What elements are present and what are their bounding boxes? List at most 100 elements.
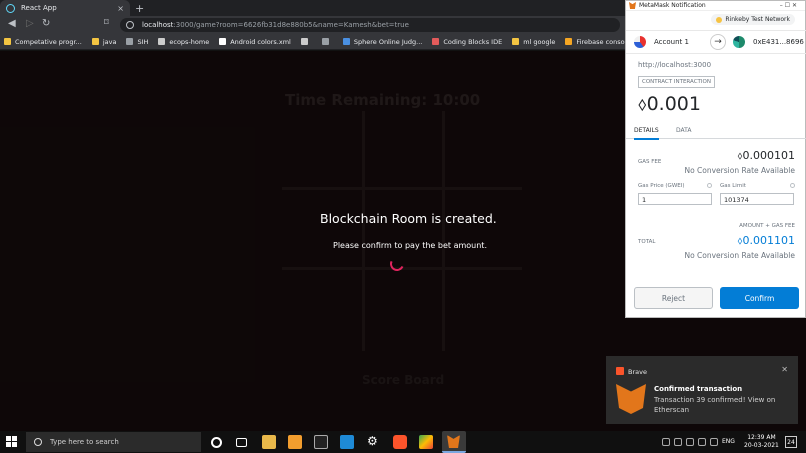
modal-message: Please confirm to pay the bet amount. [333,241,487,250]
amount-gas-fee-label: AMOUNT + GAS FEE [739,223,795,229]
notification-toast[interactable]: Brave ✕ Confirmed transaction Transactio… [606,356,798,424]
tray-icon[interactable] [674,438,682,446]
gas-limit-label: Gas Limit [720,183,746,189]
toast-body: Transaction 39 confirmed! View on Ethers… [654,396,776,414]
total-conversion: No Conversion Rate Available [684,251,795,260]
bookmark-item[interactable]: ecops-home [158,38,209,46]
bookmark-item[interactable] [300,38,312,45]
windows-taskbar: Type here to search ⚙ ENG 12:39 AM 20-03… [0,431,806,453]
forward-icon[interactable]: ▷ [26,18,34,29]
clock-time: 12:39 AM [747,434,776,441]
origin-url: http://localhost:3000 [638,61,712,69]
modal-title: Blockchain Room is created. [320,211,497,226]
settings-gear-icon[interactable]: ⚙ [367,434,381,448]
account-row: Account 1 → 0xE431...8696 [626,30,806,54]
bookmark-label: Competative progr... [15,37,82,46]
contract-interaction-badge: CONTRACT INTERACTION [638,76,715,88]
gas-fee-value: ⬨0.000101 [737,149,795,162]
folder-icon [91,38,99,45]
cb-icon [432,38,440,45]
bookmark-item[interactable]: Sphere Online Judg... [342,37,423,46]
language-indicator[interactable]: ENG [722,438,735,445]
volume-icon[interactable] [698,438,706,446]
bookmark-label: Android colors.xml [230,37,291,46]
reject-button[interactable]: Reject [634,287,713,309]
github-icon [219,38,227,45]
site-icon [300,38,308,45]
bookmark-label: Coding Blocks IDE [443,37,503,46]
bookmark-label: SIH [137,37,149,46]
to-account[interactable]: 0xE431...8696 [733,36,804,48]
sublime-icon[interactable] [288,435,302,449]
bookmark-label: Sphere Online Judg... [353,37,423,46]
metamask-tabs: DETAILS DATA [626,125,806,140]
bookmark-icon[interactable]: ⌑ [104,18,109,28]
tab-details[interactable]: DETAILS [634,127,659,140]
gas-limit-input[interactable]: 101374 [720,193,794,205]
gas-price-input[interactable]: 1 [638,193,712,205]
gas-fee-label: GAS FEE [638,159,662,165]
transaction-amount: ⬨0.001 [638,93,701,115]
back-icon[interactable]: ◀ [8,18,16,29]
from-account[interactable]: Account 1 [634,36,689,48]
help-icon[interactable] [790,183,795,188]
brave-icon[interactable] [393,435,407,449]
bookmark-item[interactable]: Competative progr... [4,38,82,46]
reload-icon[interactable]: ↻ [42,18,50,29]
to-avatar-icon [733,36,745,48]
bookmark-item[interactable]: Android colors.xml [219,38,291,46]
bookmark-item[interactable]: Coding Blocks IDE [432,38,502,46]
tab-title: React App [21,4,57,12]
from-avatar-icon [634,36,646,48]
tab-close-icon[interactable]: × [117,4,124,13]
task-view-icon[interactable] [236,438,247,447]
metamask-fox-icon [616,384,646,414]
window-controls[interactable]: – ☐ ✕ [780,2,797,9]
network-icon[interactable] [710,438,718,446]
url-path: :3000/game?room=6626fb31d8e880b5&name=Ka… [173,21,409,29]
terminal-icon[interactable] [314,435,328,449]
vscode-icon[interactable] [340,435,354,449]
address-bar[interactable]: localhost:3000/game?room=6626fb31d8e880b… [120,18,620,32]
app-icon[interactable] [419,435,433,449]
globe-icon [321,38,329,45]
amount-value: 0.001 [646,93,701,115]
notification-center-icon[interactable]: 24 [785,436,797,448]
toast-app-name: Brave [628,368,647,376]
gas-price-label: Gas Price (GWEI) [638,183,685,189]
tab-data[interactable]: DATA [676,127,691,134]
network-selector[interactable]: Rinkeby Test Network [711,14,795,25]
bookmark-item[interactable]: Firebase console [565,38,630,46]
new-tab-button[interactable]: + [135,2,144,15]
bookmark-label: ml google [523,37,556,46]
windows-start-icon[interactable] [6,436,17,447]
bookmark-label: Firebase console [576,37,631,46]
brave-icon [616,367,624,375]
tray-icon[interactable] [662,438,670,446]
toast-close-icon[interactable]: ✕ [781,365,788,374]
bookmark-item[interactable] [321,38,333,45]
clock[interactable]: 12:39 AM 20-03-2021 [744,434,779,450]
spoj-icon [342,38,350,45]
help-icon[interactable] [707,183,712,188]
bookmark-item[interactable]: java [91,37,117,46]
bookmark-label: java [102,37,117,46]
tray-icon[interactable] [686,438,694,446]
taskbar-search[interactable]: Type here to search [26,432,201,452]
react-icon [6,3,15,13]
arrow-right-icon: → [710,34,726,50]
network-dot-icon [716,16,723,23]
confirm-button[interactable]: Confirm [720,287,799,309]
browser-tab[interactable]: React App × [0,0,130,16]
folder-icon [512,38,520,45]
file-explorer-icon[interactable] [262,435,276,449]
cortana-icon[interactable] [211,437,222,448]
from-account-name: Account 1 [654,38,689,46]
bookmark-item[interactable]: SIH [126,38,148,46]
toast-title: Confirmed transaction [654,385,743,393]
metamask-window-title: MetaMask Notification [639,2,706,9]
site-info-icon[interactable] [126,21,134,29]
eth-icon: ⬨ [638,93,647,115]
bookmark-item[interactable]: ml google [512,38,555,46]
total-value: ⬨0.001101 [737,234,795,247]
